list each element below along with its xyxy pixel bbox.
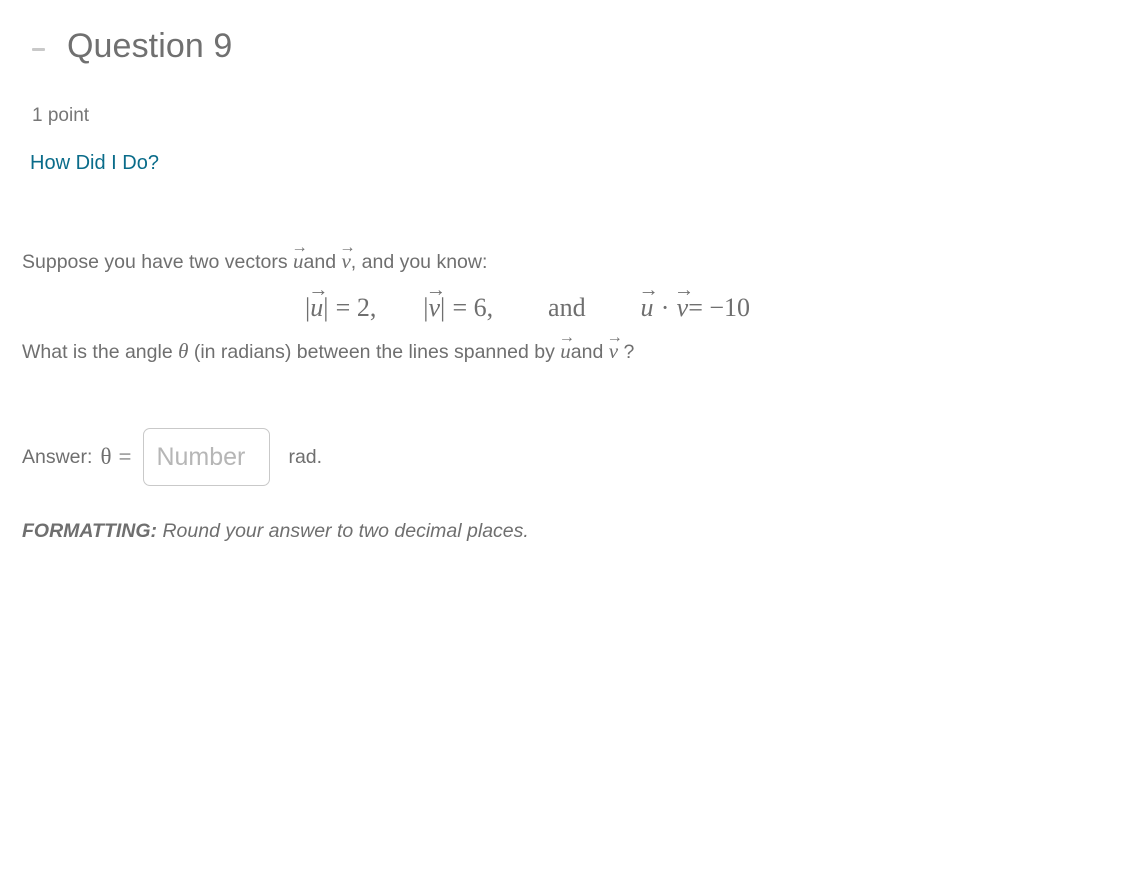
arrow-icon: → <box>674 279 694 302</box>
prompt-line: Suppose you have two vectors → uand → v, a… <box>22 236 1147 276</box>
arrow-icon: → <box>638 279 659 302</box>
formatting-text: Round your answer to two decimal places. <box>162 520 529 542</box>
theta-symbol: θ <box>178 339 189 363</box>
arrow-icon: → <box>425 279 446 302</box>
prompt-intro-text: Suppose you have two vectors <box>22 251 288 273</box>
answer-row: Answer: θ= rad. <box>0 428 1147 486</box>
arrow-icon: → <box>291 236 308 256</box>
question-text-line: What is the angle θ (in radians) between… <box>22 326 1147 366</box>
prompt-and-text: and <box>303 251 337 273</box>
answer-label: Answer: <box>22 446 93 468</box>
norm-v-expression: | → v| = 6, <box>423 279 494 322</box>
dot-operator: · <box>660 293 670 322</box>
formatting-label: FORMATTING: <box>22 520 158 542</box>
question-part-3: ? <box>623 341 635 363</box>
answer-unit-label: rad. <box>288 446 323 468</box>
display-equation: | → u| = 2, | → v| = 6, and → u · → v= −10 <box>22 279 1147 323</box>
arrow-icon: → <box>558 326 575 346</box>
question-joiner: and <box>570 341 604 363</box>
points-label: 1 point <box>32 105 90 126</box>
question-part-2: (in radians) between the lines spanned b… <box>193 341 555 363</box>
formatting-note: FORMATTING: Round your answer to two dec… <box>0 518 1147 544</box>
vector-u-inline: → u <box>291 236 308 273</box>
minus-icon-bar <box>32 47 45 51</box>
how-did-i-do-link[interactable]: How Did I Do? <box>30 150 159 176</box>
arrow-icon: → <box>339 236 356 256</box>
minus-icon[interactable] <box>32 37 54 61</box>
arrow-icon: → <box>308 279 329 302</box>
question-header: Question 9 <box>0 0 1147 70</box>
page-title: Question 9 <box>67 27 233 65</box>
prompt-after-text: , and you know: <box>350 251 488 273</box>
dot-product-expression: → u · → v= −10 <box>638 279 751 322</box>
vector-v-inline: → v <box>339 236 356 273</box>
answer-input[interactable] <box>143 428 271 486</box>
norm-u-expression: | → u| = 2, <box>305 279 377 322</box>
question-panel: Question 9 1 point How Did I Do? Suppose… <box>0 0 1147 889</box>
vector-u-inline: → u <box>558 326 575 363</box>
equation-conjunction: and <box>548 293 586 322</box>
question-body: Suppose you have two vectors → uand → v, a… <box>0 236 1147 366</box>
arrow-icon: → <box>606 326 623 346</box>
question-part-1: What is the angle <box>22 341 173 363</box>
answer-theta-equals: θ = <box>100 444 132 469</box>
vector-v-inline: → v <box>606 326 623 363</box>
